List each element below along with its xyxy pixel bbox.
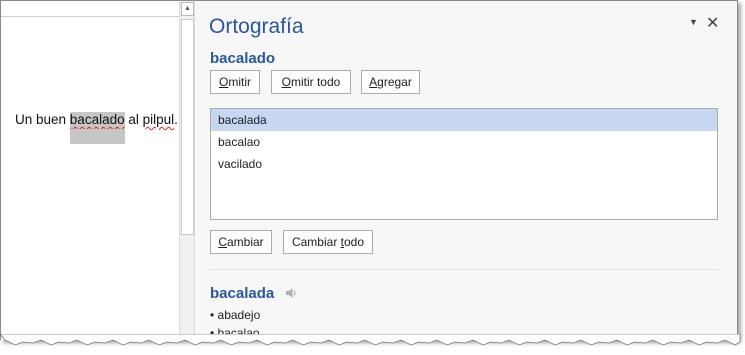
add-button[interactable]: Agregar xyxy=(361,70,420,94)
list-item[interactable]: bacalao xyxy=(211,131,717,153)
doc-text-before: Un buen xyxy=(15,112,70,127)
torn-edge xyxy=(0,334,741,346)
doc-text-middle: al xyxy=(124,112,143,127)
definition-word: bacalada xyxy=(210,285,275,302)
change-all-button[interactable]: Cambiar todo xyxy=(283,230,373,254)
spelling-pane: Ortografía ▼ ✕ bacalado Omitir Omitir to… xyxy=(195,1,737,340)
vertical-scrollbar[interactable]: ▲ xyxy=(179,1,195,340)
add-button-accel: A xyxy=(369,75,378,89)
pane-title: Ortografía xyxy=(209,15,304,38)
ignore-all-button-accel: O xyxy=(281,75,291,89)
doc-text-after: . xyxy=(174,112,178,127)
suggestions-list[interactable]: bacalada bacalao vacilado xyxy=(210,108,718,220)
flagged-word-selected[interactable]: bacalado xyxy=(69,112,125,129)
ignore-button-accel: O xyxy=(218,75,229,89)
scroll-up-arrow-icon[interactable]: ▲ xyxy=(181,2,194,16)
document-area[interactable]: Un buen bacalado al pilpul. xyxy=(1,1,179,340)
speaker-icon[interactable] xyxy=(284,286,298,300)
dropdown-arrow-icon[interactable]: ▼ xyxy=(689,17,698,27)
word-window: Un buen bacalado al pilpul. ▲ Ortografía… xyxy=(0,0,738,340)
list-item[interactable]: bacalada xyxy=(211,109,717,131)
change-all-button-prefix: Cambiar xyxy=(291,235,341,249)
divider xyxy=(210,269,718,270)
ruler-line xyxy=(1,16,179,17)
change-all-button-label: odo xyxy=(344,235,365,249)
document-paragraph[interactable]: Un buen bacalado al pilpul. xyxy=(15,112,178,129)
ignore-button-label: mitir xyxy=(228,75,251,89)
add-button-label: gregar xyxy=(377,75,412,89)
misspelled-word: bacalado xyxy=(210,50,276,67)
flagged-word-2[interactable]: pilpul xyxy=(143,112,175,127)
change-button-accel: C xyxy=(218,235,227,249)
synonym-item: • abadejo xyxy=(210,308,261,322)
change-button[interactable]: Cambiar xyxy=(210,230,272,254)
ignore-all-button[interactable]: Omitir todo xyxy=(271,70,351,94)
ignore-all-button-label: mitir todo xyxy=(290,75,341,89)
ignore-button[interactable]: Omitir xyxy=(210,70,260,94)
scroll-thumb[interactable] xyxy=(181,19,194,235)
list-item[interactable]: vacilado xyxy=(211,153,717,175)
change-button-label: ambiar xyxy=(226,235,264,249)
close-icon[interactable]: ✕ xyxy=(706,13,719,33)
